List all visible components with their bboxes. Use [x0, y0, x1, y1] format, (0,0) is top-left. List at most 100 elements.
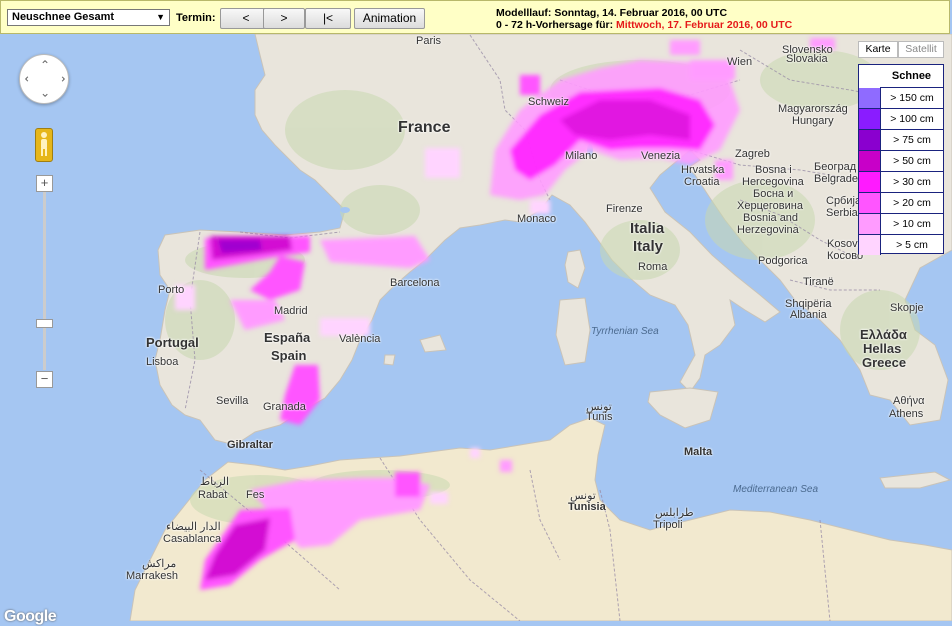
chevron-down-icon: ▼ — [156, 12, 165, 22]
legend-row: > 30 cm — [859, 172, 943, 193]
label-serbia: Serbia — [826, 207, 858, 219]
label-tyrrhenian-sea: Tyrrhenian Sea — [591, 326, 659, 337]
label-bosnia-and: Bosnia and — [743, 212, 799, 224]
label-firenze: Firenze — [606, 203, 643, 215]
label-madrid: Madrid — [274, 305, 308, 317]
legend-label: > 20 cm — [880, 193, 943, 213]
legend-label: > 150 cm — [880, 88, 943, 108]
label-venezia: Venezia — [641, 150, 681, 162]
label-france: France — [398, 119, 451, 136]
legend-label: > 30 cm — [880, 172, 943, 192]
label-spain: Spain — [271, 348, 307, 363]
pan-control[interactable]: ⌃ ⌃ ⌃ ⌃ — [19, 54, 69, 104]
label-fes: Fes — [246, 489, 265, 501]
legend-swatch — [859, 193, 880, 213]
zoom-out-button[interactable]: − — [36, 371, 53, 388]
zoom-slider-handle[interactable] — [36, 319, 53, 328]
label-zagreb: Zagreb — [735, 148, 770, 160]
snow-legend: Schnee > 150 cm > 100 cm > 75 cm > 50 cm… — [858, 64, 944, 256]
legend-swatch — [859, 214, 880, 234]
label-tunisia: Tunisia — [568, 501, 606, 513]
label-marrakesh: Marrakesh — [126, 570, 178, 582]
forecast-date: Mittwoch, 17. Februar 2016, 00 UTC — [616, 19, 793, 31]
pan-left-icon[interactable]: ⌃ — [23, 74, 37, 84]
label-bosna-cyr: Босна и — [753, 188, 794, 200]
zoom-in-button[interactable]: + — [36, 175, 53, 192]
legend-swatch — [859, 109, 880, 129]
label-slovakia: Slovakia — [786, 53, 828, 65]
legend-row: > 75 cm — [859, 130, 943, 151]
legend-row: > 50 cm — [859, 151, 943, 172]
label-sevilla: Sevilla — [216, 395, 249, 407]
label-gibraltar: Gibraltar — [227, 439, 273, 451]
map-type-satellit[interactable]: Satellit — [898, 41, 944, 58]
label-rabat-ar: الرباط — [200, 476, 230, 488]
label-valencia: València — [339, 333, 381, 345]
label-tirane: Tiranë — [803, 276, 834, 288]
label-croatia: Croatia — [684, 176, 720, 188]
legend-row: > 100 cm — [859, 109, 943, 130]
label-hungary: Hungary — [792, 115, 834, 127]
label-ellada: Ελλάδα — [860, 327, 907, 342]
map-type-karte[interactable]: Karte — [858, 41, 898, 58]
forecast-prefix: 0 - 72 h-Vorhersage für: — [496, 19, 614, 31]
model-run-line: Modelllauf: Sonntag, 14. Februar 2016, 0… — [496, 7, 728, 19]
label-bosna: Bosna i — [755, 164, 792, 176]
pan-down-icon[interactable]: ⌃ — [40, 85, 50, 99]
label-portugal: Portugal — [146, 335, 199, 350]
label-casablanca: Casablanca — [163, 533, 222, 545]
label-herzegovina: Herzegovina — [737, 224, 799, 236]
label-skopje: Skopje — [890, 302, 924, 314]
legend-row: > 5 cm — [859, 235, 943, 256]
legend-label: > 10 cm — [880, 214, 943, 234]
termin-label: Termin: — [176, 12, 216, 24]
legend-swatch — [859, 130, 880, 150]
map-canvas[interactable]: France Paris España Spain Portugal Lisbo… — [0, 34, 952, 621]
label-espana: España — [264, 330, 311, 345]
legend-row: > 20 cm — [859, 193, 943, 214]
street-view-pegman-icon[interactable] — [35, 128, 53, 162]
zoom-track[interactable] — [43, 190, 46, 370]
label-greece: Greece — [862, 355, 907, 370]
label-beograd: Belgrade — [814, 173, 859, 185]
legend-label: > 75 cm — [880, 130, 943, 150]
label-hellas: Hellas — [863, 341, 902, 356]
label-schweiz: Schweiz — [528, 96, 569, 108]
legend-row: > 10 cm — [859, 214, 943, 235]
pan-up-icon[interactable]: ⌃ — [40, 58, 50, 72]
label-tripoli-ar: طرابلس — [655, 507, 694, 519]
label-beograd-cyr: Београд — [814, 161, 857, 173]
animation-button[interactable]: Animation — [354, 8, 425, 29]
next-button[interactable]: > — [263, 8, 305, 29]
legend-label: > 5 cm — [880, 235, 943, 255]
label-herc-cyr: Херцеговина — [737, 200, 803, 212]
label-athens: Athens — [889, 408, 924, 420]
product-select[interactable]: Neuschnee Gesamt ▼ — [7, 9, 170, 26]
label-casablanca-ar: الدار البيضاء — [166, 521, 221, 533]
label-tunis: Tunis — [586, 411, 613, 423]
label-magyarorszag: Magyarország — [778, 103, 848, 115]
legend-swatch — [859, 151, 880, 171]
label-athina: Αθήνα — [893, 395, 925, 407]
google-logo[interactable]: Google — [4, 608, 57, 626]
legend-swatch — [859, 235, 880, 255]
forecast-line: 0 - 72 h-Vorhersage für: Mittwoch, 17. F… — [496, 19, 792, 31]
label-wien: Wien — [727, 56, 753, 68]
label-mediterranean-sea: Mediterranean Sea — [733, 484, 819, 495]
label-rabat: Rabat — [198, 489, 228, 501]
label-barcelona: Barcelona — [390, 277, 440, 289]
legend-label: > 100 cm — [880, 109, 943, 129]
label-milano: Milano — [565, 150, 598, 162]
label-paris: Paris — [416, 35, 442, 47]
legend-swatch — [859, 172, 880, 192]
label-lisboa: Lisboa — [146, 356, 179, 368]
label-marrakesh-ar: مراكش — [142, 558, 177, 570]
label-srbija: Србија — [826, 195, 862, 207]
label-hrvatska: Hrvatska — [681, 164, 725, 176]
first-button[interactable]: |< — [305, 8, 351, 29]
label-italy: Italy — [633, 238, 664, 255]
pan-right-icon[interactable]: ⌃ — [53, 74, 67, 84]
label-porto: Porto — [158, 284, 185, 296]
label-albania: Albania — [790, 309, 827, 321]
label-tripoli: Tripoli — [653, 519, 683, 531]
